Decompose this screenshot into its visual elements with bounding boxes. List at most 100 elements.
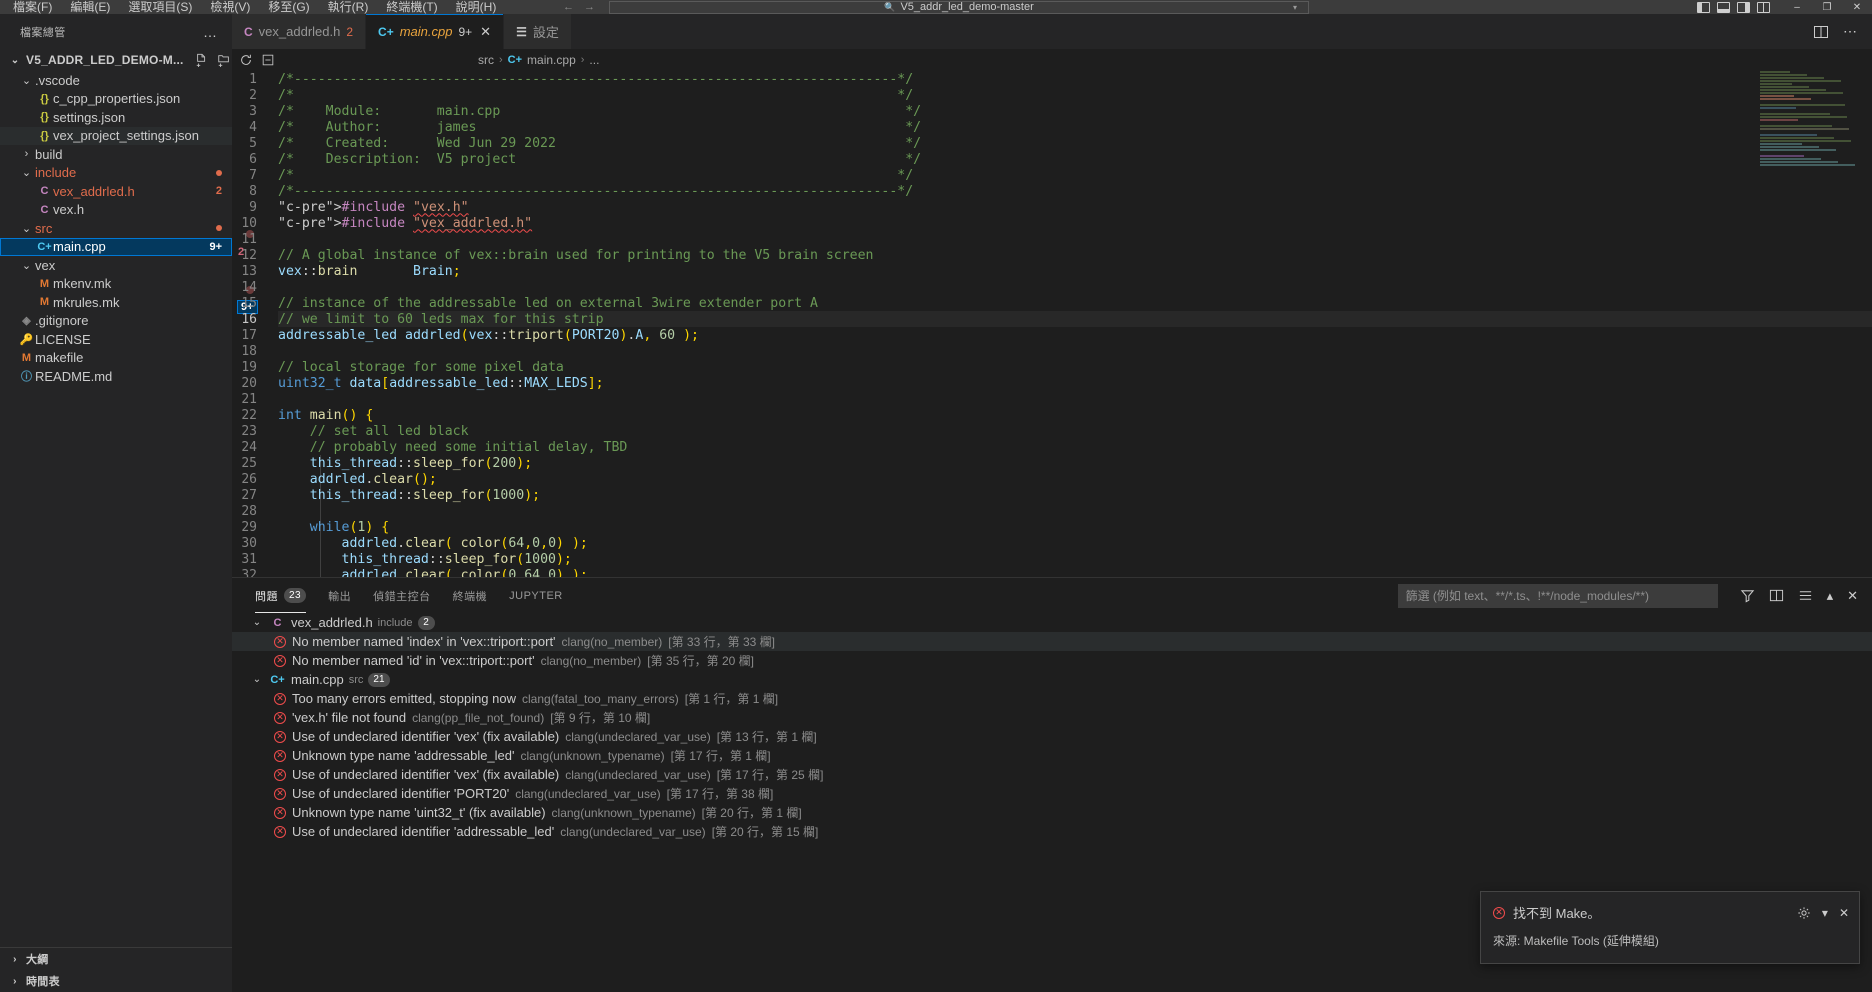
menu-item-7[interactable]: 說明(H) (447, 0, 506, 14)
tree-item-readme-md[interactable]: ⓘ README.md (0, 367, 232, 386)
new-folder-icon[interactable] (217, 53, 231, 67)
code-line[interactable]: 3 /* Module: main.cpp */ (249, 103, 1872, 119)
explorer-root-row[interactable]: ⌄ V5_ADDR_LED_DEMO-M... (0, 49, 273, 71)
menu-item-6[interactable]: 終端機(T) (377, 0, 446, 14)
code-line[interactable]: 22 int main() { (241, 407, 1872, 423)
problem-row[interactable]: ✕ Use of undeclared identifier 'vex' (fix… (232, 765, 1872, 784)
split-panel-icon[interactable] (1769, 588, 1784, 603)
breadcrumb-item[interactable]: src (478, 53, 494, 67)
code-line[interactable]: 28 (241, 503, 1872, 519)
code-line[interactable]: 8 /*-------------------------------------… (249, 183, 1872, 199)
editor-minimap[interactable] (1760, 71, 1858, 201)
panel-tab-終端機[interactable]: 終端機 (442, 578, 499, 613)
menu-item-0[interactable]: 檔案(F) (4, 0, 61, 14)
tree-item-vex-addrled-h[interactable]: Cvex_addrled.h 2 (0, 182, 232, 201)
problems-group-header[interactable]: ⌄ C+ main.cpp src 21 (232, 670, 1872, 689)
more-editor-actions-icon[interactable]: ⋯ (1843, 23, 1858, 40)
breadcrumb-item[interactable]: ... (589, 53, 599, 67)
code-line[interactable]: 27 this_thread::sleep_for(1000); (241, 487, 1872, 503)
code-line[interactable]: 20 uint32_t data[addressable_led::MAX_LED… (241, 375, 1872, 391)
code-line[interactable]: 25 this_thread::sleep_for(200); (241, 455, 1872, 471)
code-line[interactable]: 1 /*-------------------------------------… (249, 71, 1872, 87)
refresh-icon[interactable] (239, 53, 253, 67)
menu-item-2[interactable]: 選取項目(S) (119, 0, 201, 14)
close-panel-icon[interactable]: ✕ (1847, 588, 1858, 604)
code-line[interactable]: 11 (241, 231, 1872, 247)
root-actions[interactable] (195, 53, 275, 67)
problem-row[interactable]: ✕ Use of undeclared identifier 'addressab… (232, 822, 1872, 841)
problem-row[interactable]: ✕ Unknown type name 'addressable_led' clan… (232, 746, 1872, 765)
code-line[interactable]: 31 this_thread::sleep_for(1000); (241, 551, 1872, 567)
code-line[interactable]: 19 // local storage for some pixel data (241, 359, 1872, 375)
tree-item--vscode[interactable]: ⌄ .vscode (0, 71, 232, 90)
code-line[interactable]: 5 /* Created: Wed Jun 29 2022 */ (249, 135, 1872, 151)
tree-item-makefile[interactable]: Mmakefile (0, 349, 232, 368)
toggle-secondary-sidebar-icon[interactable] (1737, 1, 1750, 13)
minimize-button[interactable]: – (1782, 0, 1812, 14)
toggle-primary-sidebar-icon[interactable] (1697, 1, 1710, 13)
tree-item-vex-h[interactable]: Cvex.h (0, 201, 232, 220)
list-view-icon[interactable] (1798, 588, 1813, 603)
code-line[interactable]: 16 // we limit to 60 leds max for this st… (241, 311, 1872, 327)
notification-actions[interactable]: ▾ ✕ (1797, 906, 1849, 920)
code-line[interactable]: 14 (241, 279, 1872, 295)
panel-tab-輸出[interactable]: 輸出 (317, 578, 362, 613)
tree-item--gitignore[interactable]: ◈ .gitignore (0, 312, 232, 331)
code-line[interactable]: 10 "c-pre">#include "vex_addrled.h" (241, 215, 1872, 231)
chevron-down-icon[interactable]: ▾ (1288, 3, 1302, 12)
breadcrumb-item[interactable]: main.cpp (527, 53, 576, 67)
tree-item-settings-json[interactable]: {} settings.json (0, 108, 232, 127)
code-line[interactable]: 29 while(1) { (241, 519, 1872, 535)
menu-bar[interactable]: 檔案(F) 編輯(E) 選取項目(S) 檢視(V) 移至(G) 執行(R) 終端機(T) 說明… (0, 0, 505, 14)
maximize-button[interactable]: ❐ (1812, 0, 1842, 14)
chevron-up-icon[interactable]: ▴ (1827, 588, 1834, 604)
code-line[interactable]: 15 // instance of the addressable led on … (241, 295, 1872, 311)
code-line[interactable]: 4 /* Author: james */ (249, 119, 1872, 135)
tree-item-build[interactable]: › build (0, 145, 232, 164)
chevron-down-icon[interactable]: ⌄ (250, 617, 264, 628)
filter-icon[interactable] (1740, 588, 1755, 603)
code-line[interactable]: 12 // A global instance of vex::brain use… (241, 247, 1872, 263)
problems-group-header[interactable]: ⌄ Cvex_addrled.h include 2 (232, 613, 1872, 632)
code-line[interactable]: 24 // probably need some initial delay, … (241, 439, 1872, 455)
editor-tab-vex-addrled-h[interactable]: Cvex_addrled.h 2 (232, 14, 367, 49)
tree-item-mkrules-mk[interactable]: Mmkrules.mk (0, 293, 232, 312)
code-line[interactable]: 18 (241, 343, 1872, 359)
notification-toast[interactable]: ✕ 找不到 Make。 ▾ ✕ 來源: Makefile Tools (延伸模組… (1480, 891, 1860, 964)
problem-row[interactable]: ✕ Use of undeclared identifier 'vex' (fix… (232, 727, 1872, 746)
code-line[interactable]: 23 // set all led black (241, 423, 1872, 439)
sidebar-section-大綱[interactable]: › 大綱 (0, 948, 232, 970)
code-lines[interactable]: 1 /*-------------------------------------… (241, 71, 1872, 577)
problem-row[interactable]: ✕ 'vex.h' file not found clang(pp_file_not… (232, 708, 1872, 727)
close-icon[interactable]: ✕ (1839, 906, 1849, 920)
tree-item-license[interactable]: 🔑 LICENSE (0, 330, 232, 349)
close-button[interactable]: ✕ (1842, 0, 1872, 14)
panel-tab-JUPYTER[interactable]: JUPYTER (498, 578, 574, 613)
tree-item-src[interactable]: ⌄ src (0, 219, 232, 238)
panel-tab-偵錯主控台[interactable]: 偵錯主控台 (362, 578, 442, 613)
editor-tab--[interactable]: ☰ 設定 (504, 14, 572, 49)
chevron-down-icon[interactable]: ▾ (1822, 906, 1828, 920)
split-editor-icon[interactable] (1813, 24, 1829, 40)
gear-icon[interactable] (1797, 906, 1811, 920)
tree-item-c-cpp-properties-json[interactable]: {} c_cpp_properties.json (0, 90, 232, 109)
tree-item-vex[interactable]: ⌄ vex (0, 256, 232, 275)
new-file-icon[interactable] (195, 53, 209, 67)
menu-item-1[interactable]: 編輯(E) (61, 0, 119, 14)
code-line[interactable]: 30 addrled.clear( color(64,0,0) ); (241, 535, 1872, 551)
layout-controls[interactable] (1697, 1, 1782, 13)
code-line[interactable]: 13 vex::brain Brain; (241, 263, 1872, 279)
explorer-more-actions-icon[interactable]: … (203, 24, 218, 40)
window-controls[interactable]: – ❐ ✕ (1782, 0, 1872, 14)
chevron-down-icon[interactable]: ⌄ (250, 674, 264, 685)
toggle-panel-icon[interactable] (1717, 1, 1730, 13)
sidebar-section-時間表[interactable]: › 時間表 (0, 970, 232, 992)
problem-row[interactable]: ✕ Unknown type name 'uint32_t' (fix avail… (232, 803, 1872, 822)
panel-tabs[interactable]: 問題 23 輸出 偵錯主控台 終端機 JUPYTER (244, 578, 574, 613)
problem-row[interactable]: ✕ No member named 'index' in 'vex::tripor… (232, 632, 1872, 651)
code-line[interactable]: 21 (241, 391, 1872, 407)
tree-item-vex-project-settings-json[interactable]: {} vex_project_settings.json (0, 126, 232, 145)
menu-item-4[interactable]: 移至(G) (259, 0, 318, 14)
problem-row[interactable]: ✕ Too many errors emitted, stopping now cl… (232, 689, 1872, 708)
navigation-arrows[interactable]: ← → (563, 1, 595, 13)
